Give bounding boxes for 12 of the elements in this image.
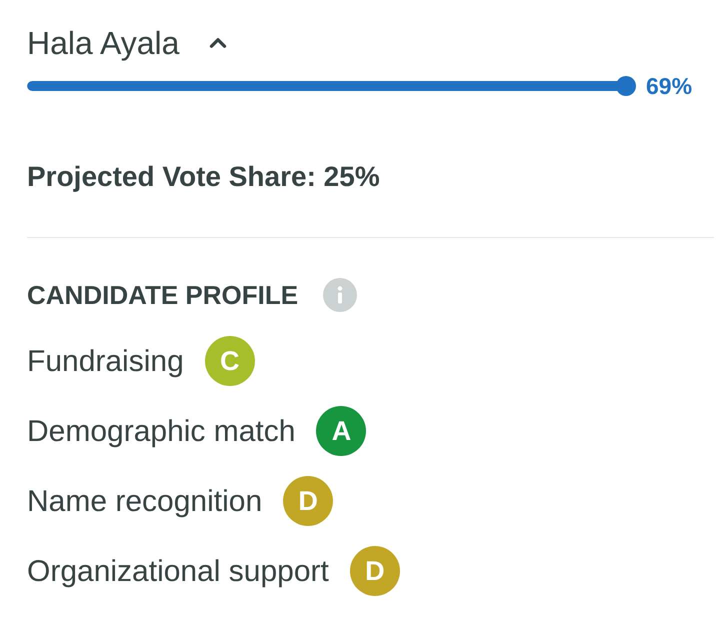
section-title: CANDIDATE PROFILE: [27, 280, 298, 310]
grade-badge: D: [283, 476, 334, 526]
grade-badge: A: [316, 406, 366, 456]
profile-label: Demographic match: [27, 414, 296, 448]
profile-label: Organizational support: [27, 554, 329, 588]
percent-reading: 69%: [646, 73, 692, 99]
grade-badge: C: [204, 336, 255, 386]
projected-vote-share: Projected Vote Share: 25%: [27, 161, 380, 193]
candidate-name: Hala Ayala: [27, 24, 180, 63]
grade-badge: D: [350, 546, 400, 596]
profile-label: Fundraising: [27, 344, 184, 378]
profile-label: Name recognition: [27, 484, 262, 518]
